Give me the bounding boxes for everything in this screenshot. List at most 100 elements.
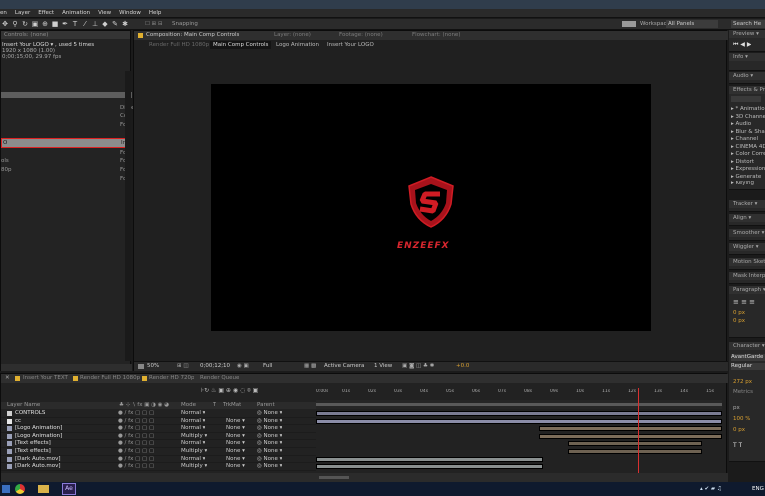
roto-icon[interactable]: ✎ (111, 20, 119, 28)
tab-flowchart[interactable]: Flowchart: (none) (412, 32, 460, 38)
timeline-switch-icons[interactable]: ⊦↻ ♨ ▣ ⊕ ◉ ◌ ⌾ ▣ (201, 387, 258, 395)
effect-category[interactable]: ▸ CINEMA 4D (731, 144, 765, 152)
tray-icons[interactable]: ▴ ✔ ▰ ♫ (700, 486, 722, 492)
layer-row[interactable]: [Logo Animation] ● ∕ fx ▢ ▢ ▢ Normal ▾ None… (1, 425, 316, 433)
breadcrumb-item-active[interactable]: Main Comp Controls (210, 41, 272, 49)
scrollbar[interactable] (125, 71, 131, 361)
layer-row[interactable]: [Logo Animation] ● ∕ fx ▢ ▢ ▢ Multiply ▾ No… (1, 433, 316, 441)
close-icon[interactable]: ✕ (5, 375, 10, 381)
effect-category[interactable]: ▸ Color Correc (731, 151, 765, 159)
camera-select[interactable]: Active Camera (324, 363, 364, 369)
text-icon[interactable]: T (71, 20, 79, 28)
kerning-value[interactable]: Metrics (733, 389, 753, 395)
pen-icon[interactable]: ✒ (61, 20, 69, 28)
playhead[interactable] (638, 388, 640, 473)
layer-mode[interactable]: Normal ▾ (181, 410, 205, 417)
effects-search-input[interactable] (731, 96, 761, 102)
layer-mode[interactable]: Normal ▾ (181, 440, 205, 447)
effect-category[interactable]: ▸ Expression C (731, 166, 765, 174)
layer-parent[interactable]: ◎ None ▾ (257, 456, 282, 463)
zoom-slider[interactable] (319, 476, 349, 479)
grid-icon[interactable]: ⊞ ◫ (177, 363, 189, 369)
language-indicator[interactable]: ENG (752, 486, 764, 492)
after-effects-icon[interactable]: Ae (62, 483, 76, 495)
eraser-icon[interactable]: ◆ (101, 20, 109, 28)
layer-row[interactable]: CONTROLS ● ∕ fx ▢ ▢ ▢ Normal ▾ ◎ None ▾ (1, 410, 316, 418)
text-style-buttons[interactable]: T T (733, 442, 742, 449)
layer-duration-bar[interactable] (567, 449, 702, 454)
menu-item[interactable]: Layer (15, 9, 30, 18)
layer-mode[interactable]: Multiply ▾ (181, 433, 207, 440)
layer-name[interactable]: [Text effects] (15, 440, 51, 447)
chrome-icon[interactable] (15, 484, 25, 494)
resolution-select[interactable]: Full (263, 363, 272, 369)
layer-trkmat[interactable]: None ▾ (226, 425, 245, 432)
rect-icon[interactable]: ■ (51, 20, 59, 28)
pan-icon[interactable]: ⊕ (41, 20, 49, 28)
project-item-name[interactable]: ols (1, 158, 9, 164)
layer-trkmat[interactable]: None ▾ (226, 440, 245, 447)
layer-trkmat[interactable]: None ▾ (226, 433, 245, 440)
explorer-icon[interactable] (38, 485, 49, 493)
effect-category[interactable]: ▸ Channel (731, 136, 765, 144)
vscale-value[interactable]: 100 % (733, 416, 750, 422)
layer-parent[interactable]: ◎ None ▾ (257, 433, 282, 440)
layer-row[interactable]: cc ● ∕ fx ▢ ▢ ▢ Normal ▾ None ▾ ◎ None ▾ (1, 418, 316, 426)
layer-name[interactable]: [Dark Auto.mov] (15, 456, 61, 463)
layer-switches[interactable]: ● ∕ fx ▢ ▢ ▢ (118, 418, 154, 425)
breadcrumb-item[interactable]: Logo Animation (276, 42, 319, 48)
puppet-icon[interactable]: ✱ (121, 20, 129, 28)
layer-mode[interactable]: Multiply ▾ (181, 448, 207, 455)
menu-item[interactable]: Window (119, 9, 141, 18)
timecode-display[interactable]: 0;00;12;10 (200, 363, 230, 369)
baseline-value[interactable]: 0 px (733, 427, 745, 433)
effect-category[interactable]: ▸ Audio (731, 121, 765, 129)
menu-item[interactable]: Effect (38, 9, 54, 18)
layer-switches[interactable]: ● ∕ fx ▢ ▢ ▢ (118, 463, 154, 470)
layer-switches[interactable]: ● ∕ fx ▢ ▢ ▢ (118, 410, 154, 417)
breadcrumb-item[interactable]: Render Full HD 1080p (149, 42, 209, 48)
workspace-select[interactable]: All Panels (666, 20, 718, 28)
layer-mode[interactable]: Normal ▾ (181, 425, 205, 432)
work-area[interactable] (316, 400, 722, 409)
layer-duration-bar[interactable] (316, 411, 722, 416)
indent-value[interactable]: 0 px (733, 310, 745, 316)
render-icons[interactable]: ▣ ◙ ◫ ♣ ✱ (402, 363, 434, 369)
snapshot-icon[interactable]: ◉ ▣ (237, 363, 249, 369)
playback-controls[interactable]: ⏮ ◀ ▶ (733, 41, 751, 49)
layer-parent[interactable]: ◎ None ▾ (257, 418, 282, 425)
space-value[interactable]: 0 px (733, 318, 745, 324)
view-layout-select[interactable]: 1 View (374, 363, 392, 369)
layer-row[interactable]: [Dark Auto.mov] ● ∕ fx ▢ ▢ ▢ Normal ▾ None … (1, 456, 316, 464)
menu-item[interactable]: en (0, 9, 7, 18)
layer-switches[interactable]: ● ∕ fx ▢ ▢ ▢ (118, 425, 154, 432)
layer-switches[interactable]: ● ∕ fx ▢ ▢ ▢ (118, 448, 154, 455)
tab-composition[interactable]: Composition: Main Comp Controls (146, 32, 239, 38)
layer-duration-bar[interactable] (539, 433, 722, 439)
layer-name[interactable]: [Text effects] (15, 448, 51, 455)
layer-trkmat[interactable]: None ▾ (226, 448, 245, 455)
start-icon[interactable] (2, 485, 10, 493)
tab-render-queue[interactable]: Render Queue (200, 375, 239, 381)
layer-trkmat[interactable]: None ▾ (226, 463, 245, 470)
effect-category[interactable]: ▸ Distort (731, 159, 765, 167)
layer-switches[interactable]: ● ∕ fx ▢ ▢ ▢ (118, 440, 154, 447)
rotate-icon[interactable]: ↻ (21, 20, 29, 28)
menu-item[interactable]: View (98, 9, 111, 18)
menu-item[interactable]: Animation (62, 9, 90, 18)
layer-name[interactable]: CONTROLS (15, 410, 45, 417)
layer-name[interactable]: [Logo Animation] (15, 433, 62, 440)
project-search-bar[interactable] (1, 92, 132, 98)
layer-parent[interactable]: ◎ None ▾ (257, 448, 282, 455)
tab-timeline[interactable]: Insert Your TEXT (23, 375, 68, 381)
effect-category[interactable]: ▸ 3D Channel (731, 114, 765, 122)
stroke-value[interactable]: px (733, 405, 740, 411)
snap-checkbox[interactable]: ☐ ⊞ ⊟ (145, 21, 163, 27)
layer-parent[interactable]: ◎ None ▾ (257, 440, 282, 447)
layer-parent[interactable]: ◎ None ▾ (257, 410, 282, 417)
clone-icon[interactable]: ⊥ (91, 20, 99, 28)
menu-item[interactable]: Help (149, 9, 162, 18)
help-search-input[interactable]: Search He (731, 20, 765, 28)
tab-layer[interactable]: Layer: (none) (274, 32, 311, 38)
effect-category[interactable]: ▸ * Animation (731, 106, 765, 114)
